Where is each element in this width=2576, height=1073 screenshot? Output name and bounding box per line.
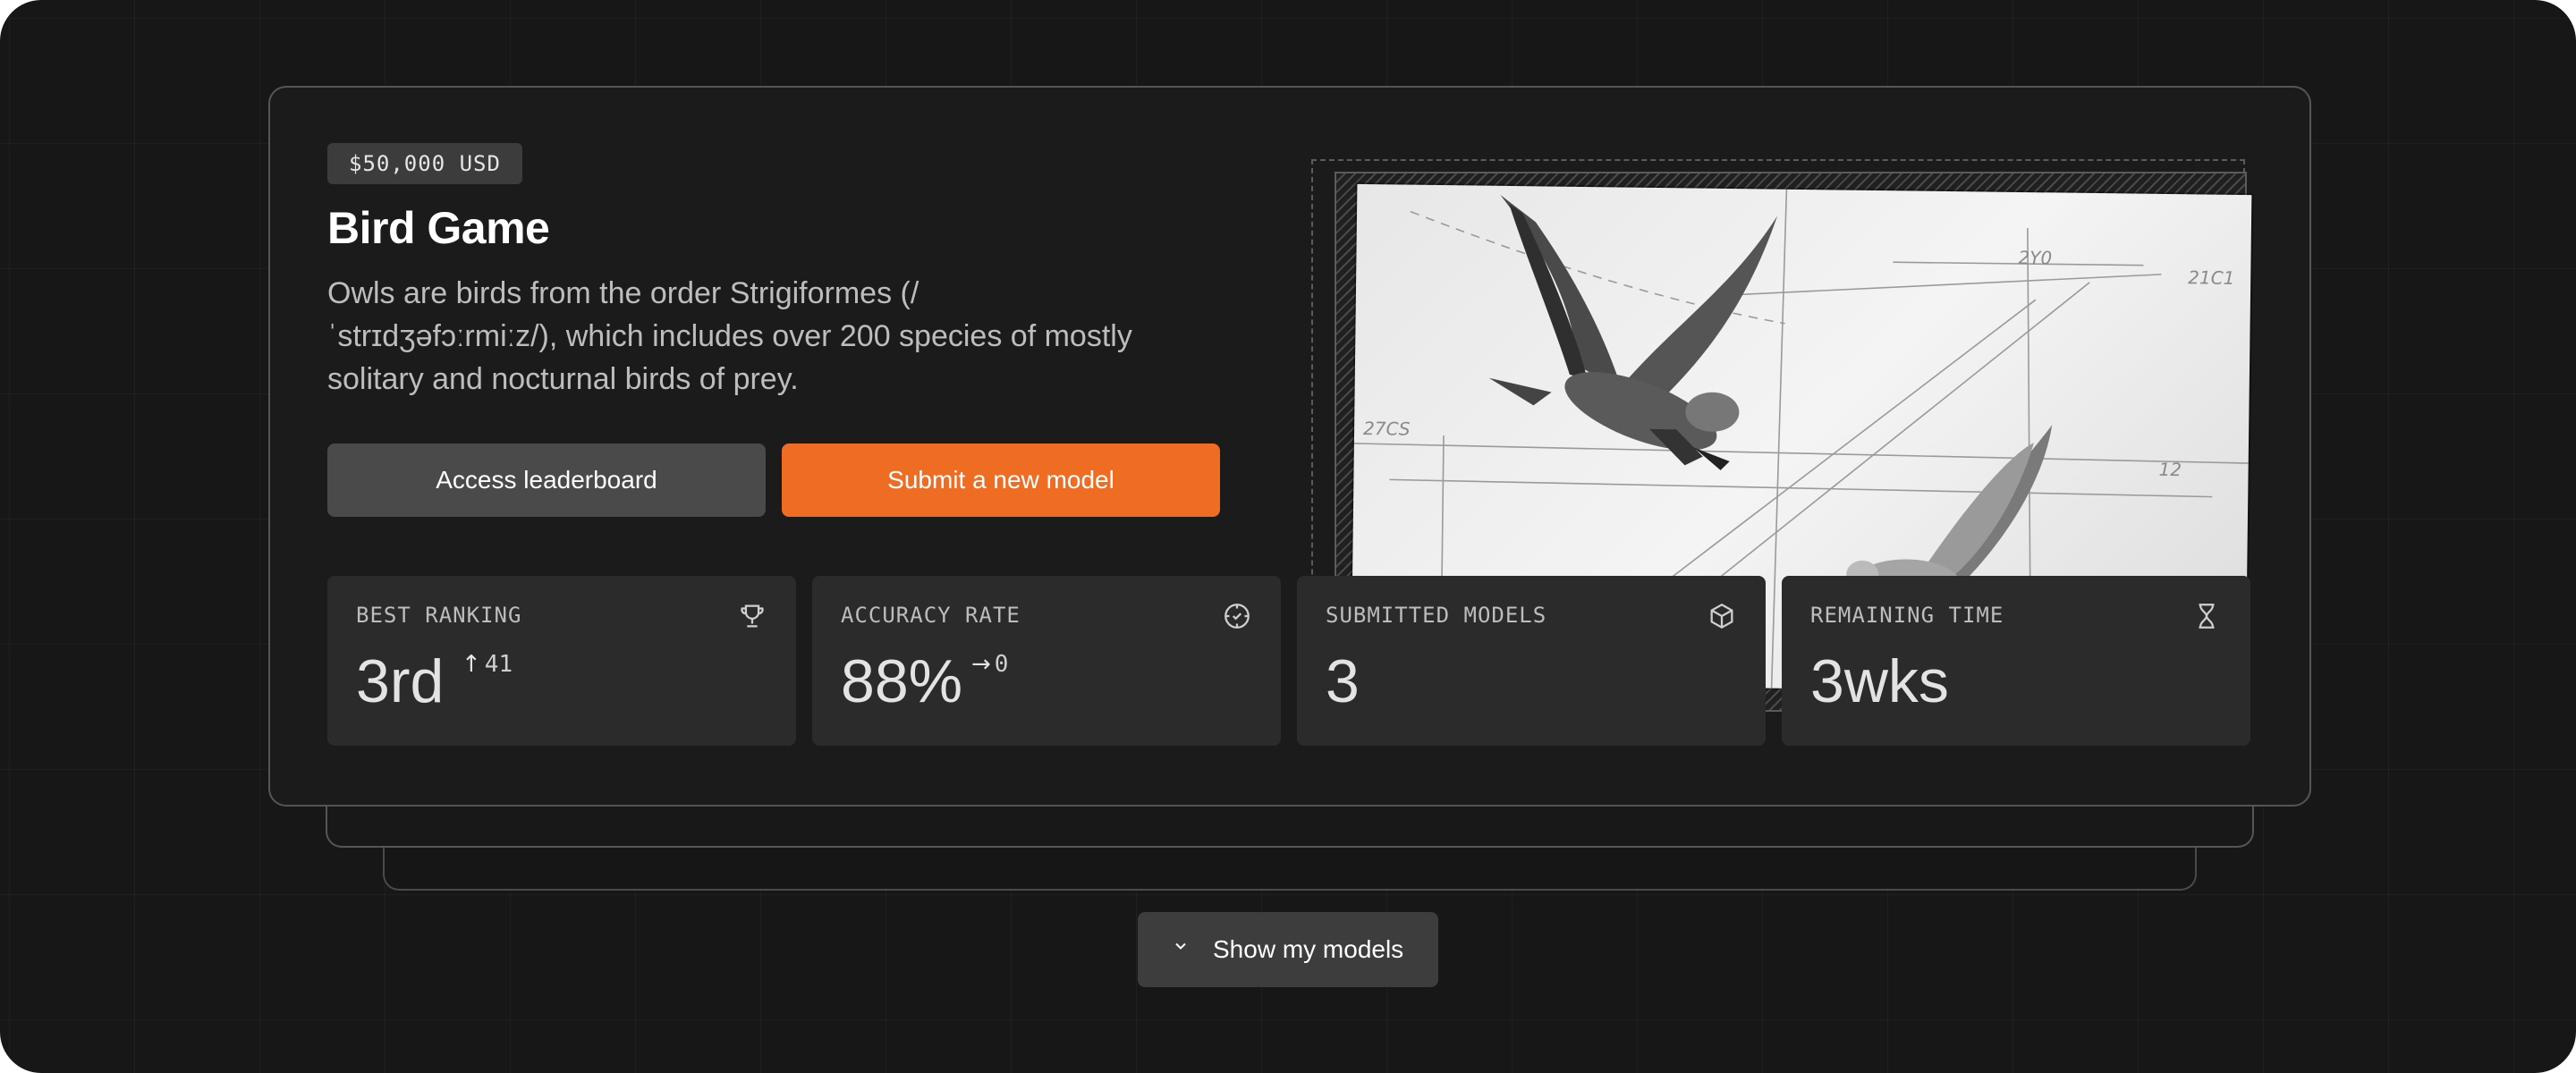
stat-value: 3rd <box>356 647 445 715</box>
stat-best-ranking: BEST RANKING 3rd ↑ 41 <box>327 576 796 746</box>
challenge-card: $50,000 USD Bird Game Owls are birds fro… <box>268 86 2311 807</box>
cube-icon <box>1710 603 1733 629</box>
show-my-models-label: Show my models <box>1213 935 1404 963</box>
trophy-icon <box>741 604 764 628</box>
challenge-description: Owls are birds from the order Strigiform… <box>327 276 1132 396</box>
page-background: $50,000 USD Bird Game Owls are birds fro… <box>0 0 2576 1073</box>
hourglass-icon <box>2199 604 2215 629</box>
svg-text:12: 12 <box>2158 459 2182 480</box>
target-icon <box>1224 604 1250 629</box>
stat-value: 3 <box>1326 647 1360 715</box>
show-my-models-button[interactable]: Show my models <box>1138 912 1438 987</box>
stat-accuracy-rate: ACCURACY RATE 88% → 0 <box>812 576 1281 746</box>
submit-model-button[interactable]: Submit a new model <box>782 444 1220 517</box>
svg-text:21C1: 21C1 <box>2188 266 2234 289</box>
stat-submitted-models: SUBMITTED MODELS 3 <box>1297 576 1766 746</box>
challenge-title: Bird Game <box>327 203 550 253</box>
svg-text:2Y0: 2Y0 <box>2018 247 2052 268</box>
stat-delta: ↑ 41 <box>462 651 513 678</box>
stat-remaining-time: REMAINING TIME 3wks <box>1782 576 2250 746</box>
arrow-up-icon: ↑ <box>462 651 481 678</box>
arrow-right-icon: → <box>971 651 991 678</box>
stat-label: REMAINING TIME <box>1810 603 2004 628</box>
stat-label: BEST RANKING <box>356 603 522 628</box>
stat-label: ACCURACY RATE <box>841 603 1021 628</box>
svg-text:27CS: 27CS <box>1363 418 1411 440</box>
stat-value: 3wks <box>1810 647 1949 715</box>
stat-delta: → 0 <box>971 651 1009 678</box>
stat-value: 88% <box>841 647 963 715</box>
stat-label: SUBMITTED MODELS <box>1326 603 1547 628</box>
access-leaderboard-button[interactable]: Access leaderboard <box>327 444 766 517</box>
prize-badge: $50,000 USD <box>327 143 522 184</box>
chevron-down-icon <box>1175 942 1186 950</box>
